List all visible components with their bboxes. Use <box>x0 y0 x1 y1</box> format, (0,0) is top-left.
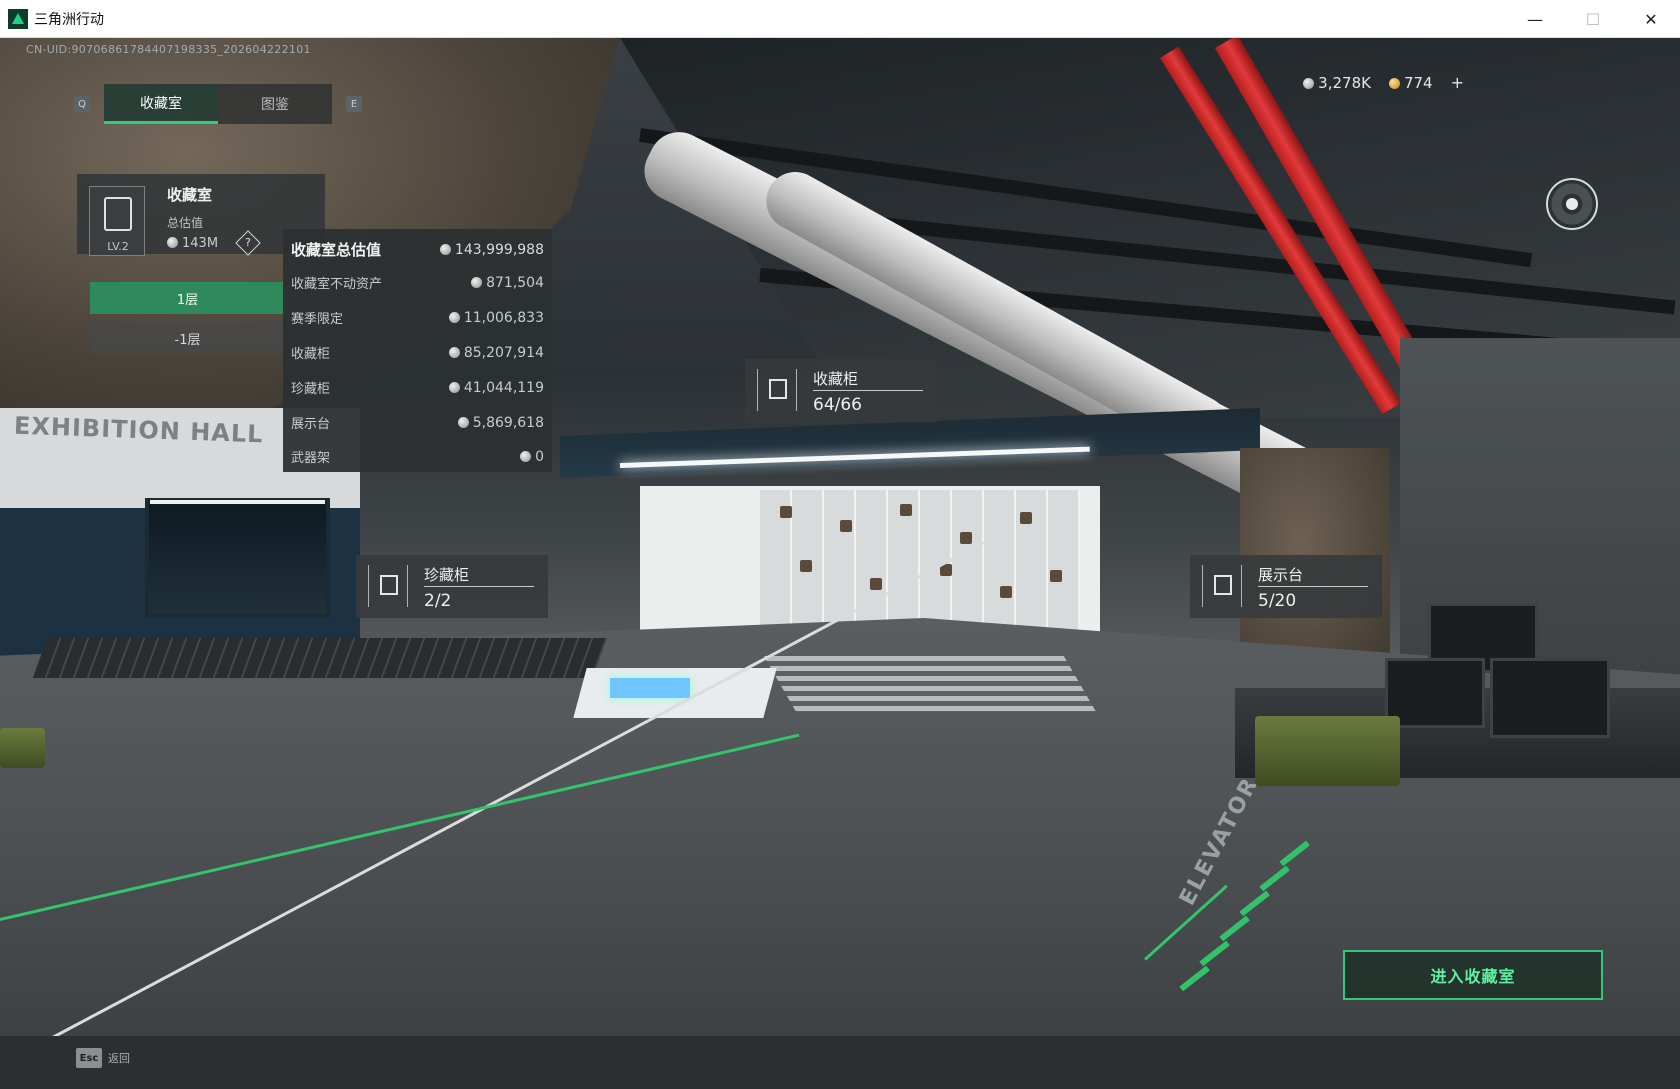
valuation-row: 赛季限定 11,006,833 <box>291 309 544 328</box>
ammo-crate <box>1255 716 1400 786</box>
silver-currency: 3,278K <box>1303 74 1371 92</box>
back-label: 返回 <box>108 1052 130 1065</box>
tab-bar: Q 收藏室 图鉴 E <box>74 84 362 124</box>
maximize-button[interactable]: ☐ <box>1564 0 1622 38</box>
marker-display-stand[interactable]: 展示台 5/20 <box>1190 555 1382 618</box>
esc-key: Esc <box>76 1048 102 1068</box>
ammo-crate <box>0 728 45 768</box>
stage-light <box>150 500 325 504</box>
tab-catalog[interactable]: 图鉴 <box>218 84 332 124</box>
room-title: 收藏室 <box>167 186 213 204</box>
window-controls: — ☐ ✕ <box>1506 0 1680 38</box>
window-title: 三角洲行动 <box>34 11 104 28</box>
collection-shelves <box>760 490 1080 630</box>
valuation-row: 珍藏柜 41,044,119 <box>291 379 544 398</box>
valuation-panel: 收藏室总估值 143,999,988 收藏室不动资产 871,504 赛季限定 … <box>283 229 552 472</box>
floor-steps <box>32 638 608 678</box>
help-icon[interactable]: ? <box>235 230 261 256</box>
silver-coin-icon <box>471 276 483 288</box>
valuation-row: 展示台 5,869,618 <box>291 414 544 433</box>
close-button[interactable]: ✕ <box>1622 0 1680 38</box>
silver-coin-icon <box>448 346 460 358</box>
music-disc-icon[interactable] <box>1546 178 1598 230</box>
silver-coin-icon <box>1303 77 1315 89</box>
currency-bar: 3,278K 774 + <box>1303 73 1464 92</box>
next-tab-key[interactable]: E <box>346 96 362 112</box>
monitor <box>1490 658 1610 738</box>
display-stage <box>145 498 330 618</box>
display-stand-icon <box>1202 565 1242 607</box>
valuation-row: 收藏室不动资产 871,504 <box>291 274 544 293</box>
room-subtitle: 总估值 <box>167 216 204 230</box>
room-level: LV.2 <box>107 240 129 253</box>
silver-coin-icon <box>448 381 460 393</box>
monitor <box>1385 658 1485 728</box>
gold-coin-icon <box>1388 77 1400 89</box>
valuation-row: 武器架 0 <box>291 448 544 467</box>
app-logo-icon <box>8 8 28 29</box>
silver-coin-icon <box>439 243 451 255</box>
silver-coin-icon <box>457 416 469 428</box>
room-badge: LV.2 <box>89 186 145 256</box>
marker-treasure-cabinet[interactable]: 珍藏柜 2/2 <box>356 555 548 618</box>
enter-collection-room-button[interactable]: 进入收藏室 <box>1343 950 1603 1000</box>
gold-currency: 774 <box>1388 74 1433 92</box>
prev-tab-key[interactable]: Q <box>74 96 90 112</box>
window-titlebar: 三角洲行动 — ☐ ✕ <box>0 0 1680 38</box>
floor-1-button[interactable]: 1层 <box>90 282 285 314</box>
add-currency-button[interactable]: + <box>1451 73 1464 92</box>
silver-coin-icon <box>448 311 460 323</box>
silver-coin-icon <box>520 450 532 462</box>
player-uid: CN-UID:9070686178440719833​5_20260422210… <box>26 43 311 56</box>
bottom-bar <box>0 1036 1680 1089</box>
marker-collection-cabinet[interactable]: 收藏柜 64/66 <box>745 359 937 422</box>
silver-coin-icon <box>167 237 178 248</box>
treasure-icon <box>368 565 408 607</box>
tab-collection-room[interactable]: 收藏室 <box>104 84 218 124</box>
minimize-button[interactable]: — <box>1506 0 1564 38</box>
valuation-row: 收藏柜 85,207,914 <box>291 344 544 363</box>
valuation-row-total: 收藏室总估值 143,999,988 <box>291 241 544 259</box>
room-total-value: 143M <box>167 236 218 251</box>
pedestal-glow <box>610 678 690 698</box>
stairs <box>763 656 1097 712</box>
cabinet-icon <box>757 369 797 411</box>
floor-minus1-button[interactable]: -1层 <box>90 322 285 354</box>
vault-icon <box>104 197 132 231</box>
back-button[interactable]: Esc 返回 <box>76 1048 130 1068</box>
